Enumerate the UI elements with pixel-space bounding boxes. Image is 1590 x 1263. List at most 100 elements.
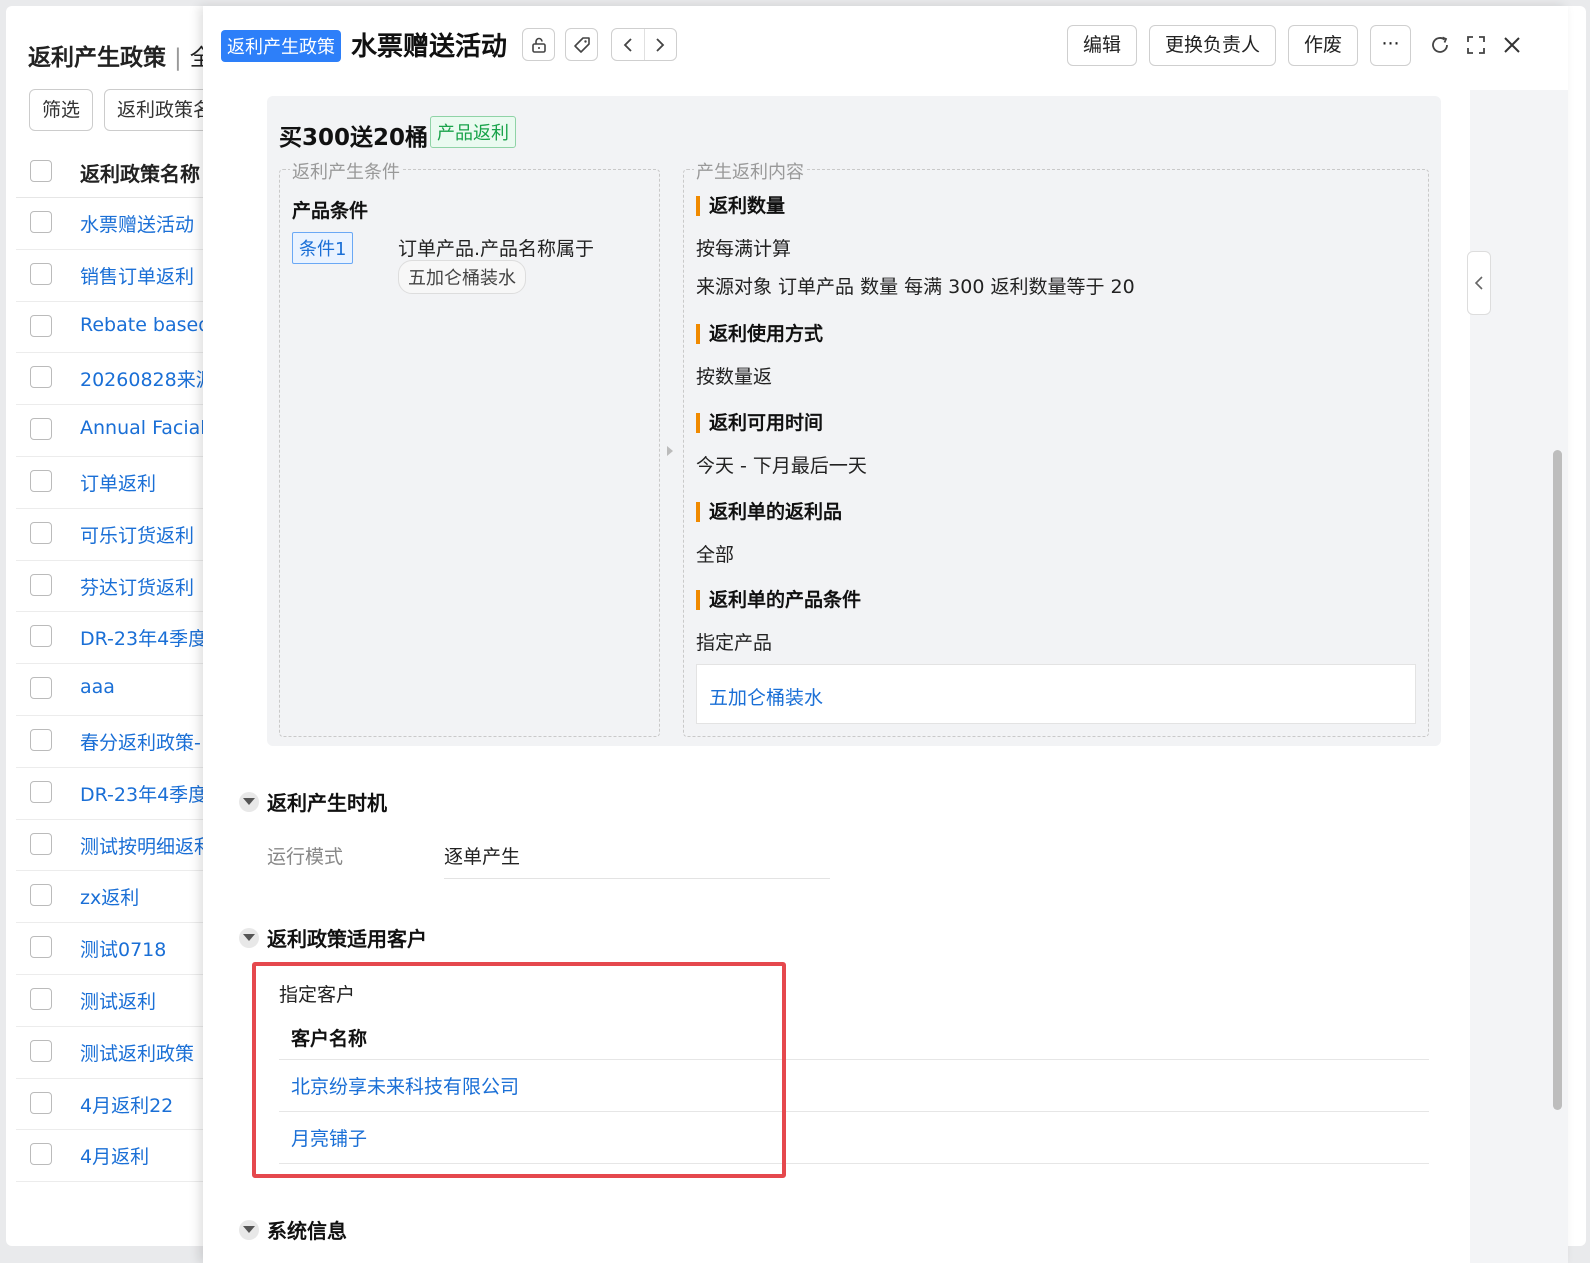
- close-icon: [1504, 37, 1520, 53]
- fullscreen-button[interactable]: [1463, 32, 1489, 58]
- policy-name-link[interactable]: 春分返利政策-: [80, 728, 201, 755]
- usage-value: 按数量返: [696, 366, 773, 388]
- rebate-products-heading: 返利单的返利品: [696, 502, 842, 522]
- condition-operator: 属于: [556, 238, 595, 260]
- highlight-box: [252, 962, 786, 1178]
- scrollbar-thumb[interactable]: [1553, 450, 1562, 1110]
- row-checkbox[interactable]: [30, 1091, 52, 1114]
- row-checkbox[interactable]: [30, 625, 52, 648]
- condition-fieldset: 返利产生条件 产品条件 条件1 订单产品.产品名称 属于 五加仑桶装水: [279, 158, 660, 737]
- tag-button[interactable]: [565, 28, 598, 61]
- product-list-box: 五加仑桶装水: [696, 664, 1416, 724]
- policy-name-link[interactable]: 销售订单返利: [80, 262, 194, 289]
- run-mode-label: 运行模式: [267, 846, 344, 868]
- side-collapse-tab[interactable]: [1467, 251, 1491, 315]
- lock-button[interactable]: [522, 28, 555, 61]
- void-button[interactable]: 作废: [1288, 25, 1358, 66]
- row-checkbox[interactable]: [30, 418, 52, 441]
- row-checkbox[interactable]: [30, 832, 52, 855]
- field-underline: [444, 878, 830, 879]
- collapse-caret-icon: [239, 927, 259, 948]
- record-title: 水票赠送活动: [351, 32, 508, 62]
- row-checkbox[interactable]: [30, 1039, 52, 1062]
- close-button[interactable]: [1499, 32, 1525, 58]
- row-checkbox[interactable]: [30, 1143, 52, 1166]
- customer-section-header[interactable]: 返利政策适用客户: [239, 923, 427, 952]
- run-mode-value: 逐单产生: [444, 846, 521, 868]
- row-checkbox[interactable]: [30, 573, 52, 596]
- refresh-icon: [1432, 36, 1448, 53]
- usage-heading: 返利使用方式: [696, 324, 823, 344]
- record-navigation: [611, 28, 677, 61]
- object-type-badge: 返利产生政策: [221, 30, 341, 62]
- policy-name-link[interactable]: 4月返利: [80, 1142, 149, 1169]
- rule-title: 买300送20桶: [279, 125, 429, 151]
- prev-record-button[interactable]: [612, 29, 644, 60]
- detail-header: 返利产生政策 水票赠送活动 编辑 更换负责人 作废 ···: [203, 6, 1568, 90]
- flow-arrow-icon: [667, 446, 673, 456]
- rebate-qty-heading: 返利数量: [696, 196, 785, 216]
- policy-name-link[interactable]: DR-23年4季度: [80, 780, 207, 807]
- row-checkbox[interactable]: [30, 987, 52, 1010]
- edit-button[interactable]: 编辑: [1067, 25, 1137, 66]
- next-record-button[interactable]: [643, 29, 676, 60]
- row-checkbox[interactable]: [30, 780, 52, 803]
- row-checkbox[interactable]: [30, 936, 52, 959]
- column-header-name: 返利政策名称: [80, 162, 200, 186]
- policy-name-link[interactable]: Rebate based: [80, 314, 210, 336]
- condition-field: 订单产品.产品名称: [398, 238, 557, 260]
- change-owner-button[interactable]: 更换负责人: [1149, 25, 1276, 66]
- policy-name-link[interactable]: 测试返利政策: [80, 1039, 194, 1066]
- policy-name-link[interactable]: 测试返利: [80, 987, 156, 1014]
- policy-name-link[interactable]: 测试按明细返利: [80, 832, 213, 859]
- detail-content: 买300送20桶 产品返利 返利产生条件 产品条件 条件1 订单产品.产品名称 …: [203, 90, 1470, 1263]
- rebate-qty-desc: 来源对象 订单产品 数量 每满 300 返利数量等于 20: [696, 276, 1135, 298]
- rebate-qty-mode: 按每满计算: [696, 238, 792, 260]
- rule-card: 买300送20桶 产品返利 返利产生条件 产品条件 条件1 订单产品.产品名称 …: [267, 96, 1441, 746]
- policy-name-link[interactable]: 4月返利22: [80, 1091, 173, 1118]
- product-condition-heading: 产品条件: [292, 200, 369, 222]
- filter-button[interactable]: 筛选: [29, 89, 94, 131]
- row-checkbox[interactable]: [30, 262, 52, 285]
- system-section-header[interactable]: 系统信息: [239, 1215, 347, 1244]
- policy-name-link[interactable]: 芬达订货返利: [80, 573, 194, 600]
- condition-legend: 返利产生条件: [290, 158, 402, 184]
- refresh-button[interactable]: [1427, 32, 1453, 58]
- rule-type-tag: 产品返利: [430, 116, 516, 148]
- row-checkbox[interactable]: [30, 521, 52, 544]
- rebate-products-value: 全部: [696, 544, 735, 566]
- content-legend: 产生返利内容: [694, 158, 806, 184]
- product-link[interactable]: 五加仑桶装水: [709, 683, 823, 710]
- condition-tag: 条件1: [292, 232, 354, 264]
- policy-name-link[interactable]: 水票赠送活动: [80, 210, 194, 237]
- available-time-heading: 返利可用时间: [696, 413, 823, 433]
- policy-name-link[interactable]: 订单返利: [80, 469, 156, 496]
- timing-section-header[interactable]: 返利产生时机: [239, 787, 387, 816]
- row-checkbox[interactable]: [30, 469, 52, 492]
- expand-icon: [1467, 36, 1485, 54]
- more-button[interactable]: ···: [1370, 25, 1411, 66]
- row-checkbox[interactable]: [30, 366, 52, 389]
- policy-name-link[interactable]: DR-23年4季度: [80, 624, 207, 651]
- policy-name-link[interactable]: Annual Facial: [80, 417, 206, 439]
- policy-name-link[interactable]: aaa: [80, 676, 115, 698]
- row-checkbox[interactable]: [30, 884, 52, 907]
- available-time-value: 今天 - 下月最后一天: [696, 455, 867, 477]
- content-fieldset: 产生返利内容 返利数量 按每满计算 来源对象 订单产品 数量 每满 300 返利…: [683, 158, 1429, 737]
- row-checkbox[interactable]: [30, 728, 52, 751]
- row-checkbox[interactable]: [30, 211, 52, 233]
- select-all-checkbox[interactable]: [30, 160, 52, 182]
- policy-name-link[interactable]: 可乐订货返利: [80, 521, 194, 548]
- chevron-right-icon: [656, 37, 665, 52]
- collapse-caret-icon: [239, 1219, 259, 1240]
- unlock-icon: [531, 37, 546, 53]
- row-checkbox[interactable]: [30, 677, 52, 700]
- row-checkbox[interactable]: [30, 314, 52, 337]
- policy-name-link[interactable]: 20260828来源: [80, 365, 215, 392]
- policy-name-link[interactable]: 测试0718: [80, 935, 166, 962]
- product-cond-value: 指定产品: [696, 632, 773, 654]
- list-title: 返利产生政策 | 全: [28, 45, 213, 71]
- policy-name-link[interactable]: zx返利: [80, 883, 139, 910]
- product-cond-heading: 返利单的产品条件: [696, 590, 861, 610]
- chevron-left-icon: [1474, 276, 1483, 290]
